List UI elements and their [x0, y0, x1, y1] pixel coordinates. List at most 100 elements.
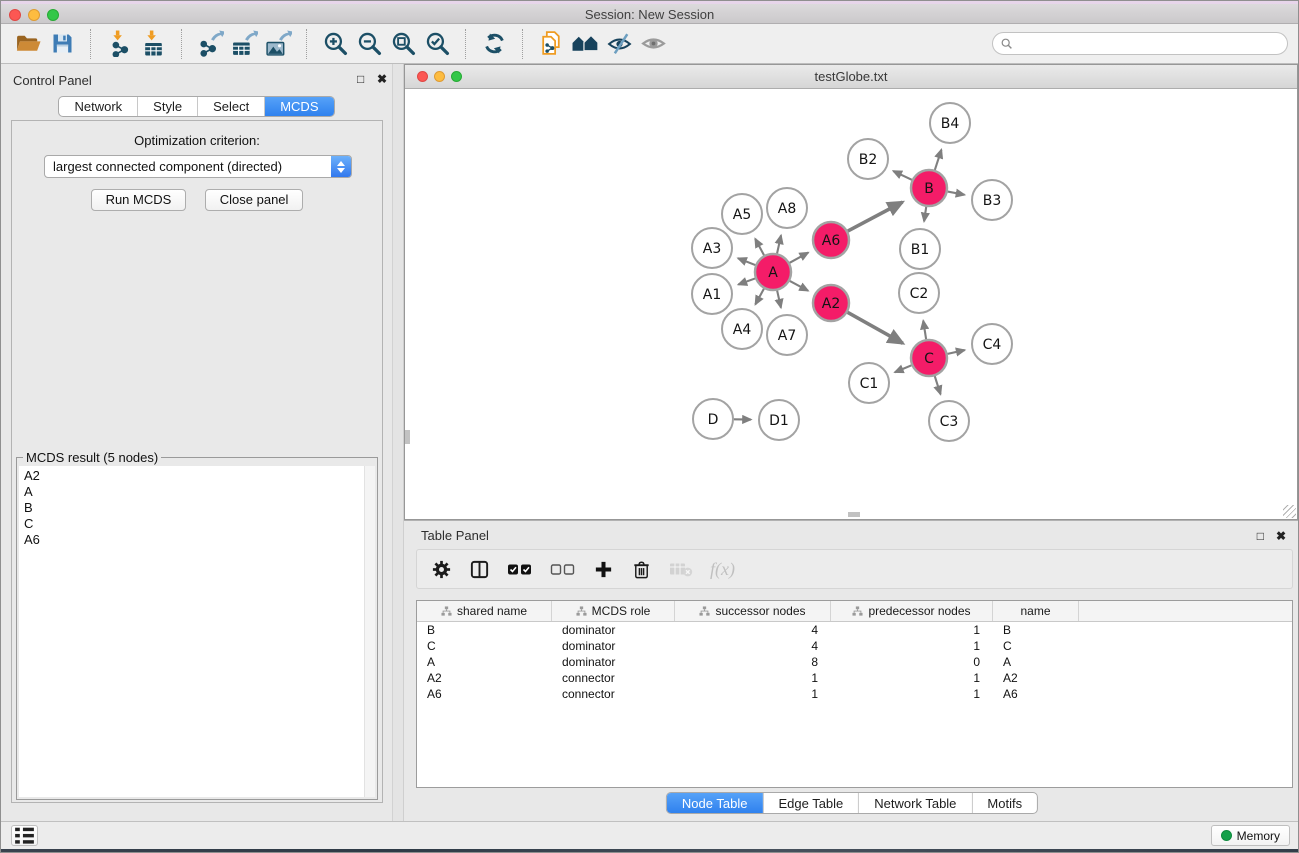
table-cell: dominator — [552, 623, 675, 637]
import-network-icon[interactable] — [102, 28, 136, 60]
table-panel: Table Panel □ ✖ f(x) shared nameMCDS rol… — [404, 520, 1299, 821]
graph-edge-C-C4[interactable] — [948, 350, 965, 354]
delete-table-icon — [669, 556, 693, 582]
control-panel-tabbar: NetworkStyleSelectMCDS — [58, 96, 334, 117]
graph-edge-A-A8[interactable] — [777, 235, 781, 253]
panel-splitter[interactable] — [392, 64, 404, 821]
table-settings-icon[interactable] — [431, 556, 452, 582]
table-panel-close-icon[interactable]: ✖ — [1276, 529, 1286, 543]
show-all-icon[interactable] — [636, 28, 670, 60]
mcds-result-item[interactable]: A — [19, 484, 375, 500]
search-input[interactable] — [1014, 35, 1287, 53]
close-panel-button[interactable]: Close panel — [205, 189, 304, 211]
tab-edge-table[interactable]: Edge Table — [762, 793, 858, 813]
table-row[interactable]: A6connector11A6 — [417, 686, 1292, 702]
resize-grip-icon[interactable] — [1283, 505, 1296, 518]
network-canvas[interactable]: B4B2BB3A5A8A6B1A3AA1C2A2A4A7C4CC1C3DD1 — [405, 89, 1297, 519]
memory-label: Memory — [1237, 829, 1280, 843]
mcds-result-item[interactable]: C — [19, 516, 375, 532]
sort-hierarchy-icon — [699, 606, 710, 617]
task-history-button[interactable] — [11, 825, 38, 846]
table-row[interactable]: Adominator80A — [417, 654, 1292, 670]
column-label: name — [1020, 604, 1050, 618]
graph-edge-C-C3[interactable] — [935, 376, 941, 394]
tab-node-table[interactable]: Node Table — [667, 793, 763, 813]
zoom-fit-icon[interactable] — [386, 28, 420, 60]
graph-edge-B-B3[interactable] — [948, 192, 965, 195]
table-row[interactable]: Bdominator41B — [417, 622, 1292, 638]
canvas-vscroll-fragment[interactable] — [405, 430, 410, 444]
tab-select[interactable]: Select — [197, 97, 264, 116]
graph-edge-A2-C[interactable] — [848, 312, 903, 343]
column-header-successor-nodes[interactable]: successor nodes — [675, 601, 831, 621]
column-header-name[interactable]: name — [993, 601, 1079, 621]
memory-button[interactable]: Memory — [1211, 825, 1290, 846]
table-row[interactable]: A2connector11A2 — [417, 670, 1292, 686]
create-column-icon[interactable] — [593, 556, 614, 582]
search-icon — [1000, 37, 1014, 51]
table-panel-float-icon[interactable]: □ — [1257, 529, 1264, 543]
first-neighbors-icon[interactable] — [568, 28, 602, 60]
table-cell: connector — [552, 671, 675, 685]
zoom-selected-icon[interactable] — [420, 28, 454, 60]
main-toolbar — [1, 24, 1298, 64]
graph-edge-A-A2[interactable] — [790, 281, 808, 291]
graph-edge-C-C2[interactable] — [923, 321, 926, 340]
graph-edge-A-A4[interactable] — [755, 289, 764, 305]
tab-network[interactable]: Network — [59, 97, 137, 116]
save-session-icon[interactable] — [45, 28, 79, 60]
criterion-dropdown[interactable]: largest connected component (directed) — [44, 155, 352, 178]
criterion-dropdown-value: largest connected component (directed) — [45, 159, 331, 174]
delete-columns-icon[interactable] — [631, 556, 652, 582]
graph-edge-A-A3[interactable] — [738, 258, 755, 265]
mcds-result-item[interactable]: B — [19, 500, 375, 516]
tab-motifs[interactable]: Motifs — [971, 793, 1037, 813]
export-image-icon[interactable] — [261, 28, 295, 60]
new-network-from-selection-icon[interactable] — [534, 28, 568, 60]
table-cell: 1 — [675, 671, 831, 685]
toggle-column-display-icon[interactable] — [469, 556, 490, 582]
graph-edge-A-A1[interactable] — [738, 278, 755, 284]
graph-edge-A-A5[interactable] — [755, 239, 764, 256]
window-titlebar: Session: New Session — [1, 4, 1298, 24]
graph-edge-B-B2[interactable] — [893, 171, 912, 180]
canvas-hscroll-fragment[interactable] — [848, 512, 860, 517]
import-table-icon[interactable] — [136, 28, 170, 60]
table-row[interactable]: Cdominator41C — [417, 638, 1292, 654]
open-session-icon[interactable] — [11, 28, 45, 60]
graph-node-label: A4 — [733, 322, 752, 338]
graph-edge-A-A6[interactable] — [790, 253, 809, 263]
node-table: shared nameMCDS rolesuccessor nodesprede… — [416, 600, 1293, 788]
deselect-all-rows-icon[interactable] — [550, 556, 576, 582]
tab-network-table[interactable]: Network Table — [858, 793, 971, 813]
mcds-result-item[interactable]: A2 — [19, 468, 375, 484]
column-header-predecessor-nodes[interactable]: predecessor nodes — [831, 601, 993, 621]
table-panel-tabs: Node TableEdge TableNetwork TableMotifs — [666, 792, 1038, 814]
table-cell: dominator — [552, 655, 675, 669]
graph-edge-B-B1[interactable] — [924, 207, 926, 222]
column-header-shared-name[interactable]: shared name — [417, 601, 552, 621]
tab-style[interactable]: Style — [137, 97, 197, 116]
select-all-rows-icon[interactable] — [507, 556, 533, 582]
search-field[interactable] — [992, 32, 1288, 55]
zoom-in-icon[interactable] — [318, 28, 352, 60]
graph-edge-A6-B[interactable] — [848, 202, 903, 231]
mcds-result-legend: MCDS result (5 nodes) — [23, 450, 161, 465]
graph-edge-A-A7[interactable] — [777, 291, 781, 308]
export-table-icon[interactable] — [227, 28, 261, 60]
control-panel: Control Panel □ ✖ NetworkStyleSelectMCDS… — [1, 64, 392, 821]
result-scrollbar[interactable] — [364, 466, 375, 797]
node-table-body: Bdominator41BCdominator41CAdominator80AA… — [417, 622, 1292, 702]
zoom-out-icon[interactable] — [352, 28, 386, 60]
apply-layout-icon[interactable] — [477, 28, 511, 60]
tab-mcds[interactable]: MCDS — [264, 97, 333, 116]
column-header-MCDS-role[interactable]: MCDS role — [552, 601, 675, 621]
export-network-icon[interactable] — [193, 28, 227, 60]
graph-edge-B-B4[interactable] — [935, 150, 942, 170]
run-mcds-button[interactable]: Run MCDS — [91, 189, 187, 211]
mcds-result-item[interactable]: A6 — [19, 532, 375, 548]
graph-edge-C-C1[interactable] — [895, 365, 912, 372]
control-panel-float-icon[interactable]: □ — [357, 72, 364, 86]
control-panel-close-icon[interactable]: ✖ — [377, 72, 387, 86]
hide-selected-icon[interactable] — [602, 28, 636, 60]
